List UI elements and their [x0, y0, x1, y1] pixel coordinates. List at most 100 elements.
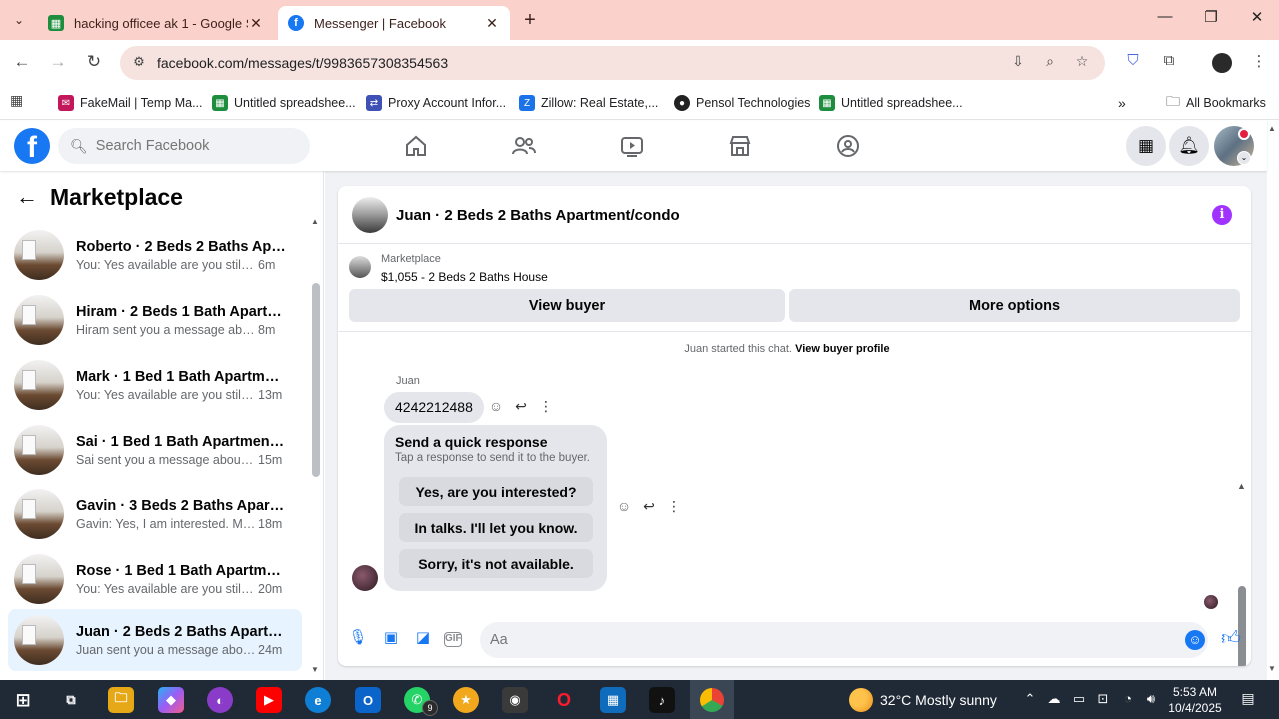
menu-dots-icon[interactable]: ⋮: [1248, 52, 1270, 74]
more-dots-icon[interactable]: ⋮: [537, 398, 555, 416]
file-explorer-icon[interactable]: 🗀: [108, 687, 134, 713]
system-clock[interactable]: 5:53 AM 10/4/2025: [1166, 684, 1224, 716]
weather-text[interactable]: 32°C Mostly sunny: [880, 692, 997, 708]
chat-avatar[interactable]: [352, 197, 388, 233]
close-tab-icon[interactable]: ✕: [248, 15, 264, 32]
react-emoji-icon[interactable]: ☺: [615, 498, 633, 516]
url-text[interactable]: facebook.com/messages/t/9983657308354563: [157, 55, 448, 71]
close-window-button[interactable]: ✕: [1242, 8, 1272, 26]
facebook-logo-icon[interactable]: f: [14, 128, 50, 164]
list-item-selected[interactable]: Juan · 2 Beds 2 Baths Apartmen... Juan s…: [8, 609, 302, 671]
react-emoji-icon[interactable]: ☺: [487, 398, 505, 416]
weather-sun-icon[interactable]: [849, 688, 873, 712]
list-item[interactable]: Sai · 1 Bed 1 Bath Apartment/co... Sai s…: [8, 419, 302, 481]
profile-avatar[interactable]: [1212, 53, 1232, 73]
reload-icon[interactable]: ↻: [82, 52, 106, 74]
list-scroll-down-icon[interactable]: ▼: [311, 665, 319, 674]
edge-icon[interactable]: e: [305, 687, 331, 713]
notification-center-icon[interactable]: ▤: [1238, 690, 1258, 710]
info-icon[interactable]: i: [1212, 205, 1232, 225]
tab-google-sheets[interactable]: ▦ hacking officee ak 1 - Google Sh ✕: [38, 6, 274, 40]
site-info-icon[interactable]: ⚙: [130, 54, 148, 72]
chat-scroll-up-icon[interactable]: ▲: [1237, 481, 1246, 491]
bookmark-pensol[interactable]: ● Pensol Technologies: [674, 92, 810, 114]
gif-icon[interactable]: GIF: [444, 632, 462, 647]
quick-response-not-available-button[interactable]: Sorry, it's not available.: [399, 549, 593, 578]
message-bubble[interactable]: 4242212488: [384, 392, 484, 423]
reply-icon[interactable]: ↩: [512, 398, 530, 416]
more-options-button[interactable]: More options: [789, 289, 1240, 322]
address-bar[interactable]: ⚙ facebook.com/messages/t/99836573083545…: [120, 46, 1105, 80]
groups-icon[interactable]: [828, 131, 868, 161]
view-buyer-profile-link[interactable]: View buyer profile: [795, 343, 890, 355]
windows-start-icon[interactable]: ⊞: [10, 687, 36, 713]
video-icon[interactable]: [612, 131, 652, 161]
zoom-icon[interactable]: ⌕: [1040, 53, 1060, 73]
install-app-icon[interactable]: ⇩: [1008, 53, 1028, 73]
volume-icon[interactable]: 🔊︎: [1142, 691, 1160, 709]
app-icon[interactable]: ◉: [502, 687, 528, 713]
extensions-icon[interactable]: ⧉: [1158, 52, 1180, 74]
listing-title[interactable]: $1,055 - 2 Beds 2 Baths House: [381, 270, 548, 284]
outlook-icon[interactable]: O: [355, 687, 381, 713]
bookmark-proxy[interactable]: ⇄ Proxy Account Infor...: [366, 92, 506, 114]
medal-icon[interactable]: ★: [453, 687, 479, 713]
quick-response-in-talks-button[interactable]: In talks. I'll let you know.: [399, 513, 593, 542]
message-input[interactable]: [480, 622, 1208, 658]
photo-icon[interactable]: ▣: [380, 628, 402, 650]
page-scroll-down-icon[interactable]: ▼: [1268, 664, 1276, 673]
sender-avatar[interactable]: [352, 565, 378, 591]
more-bookmarks-chevron-icon[interactable]: »: [1118, 92, 1126, 114]
opera-gx-icon[interactable]: ◐: [207, 687, 233, 713]
chevron-down-icon[interactable]: ⌄: [1237, 151, 1251, 165]
tab-messenger[interactable]: f Messenger | Facebook ✕: [278, 6, 510, 40]
microphone-icon[interactable]: 🎙︎: [347, 628, 369, 650]
page-scroll-up-icon[interactable]: ▲: [1268, 124, 1276, 133]
home-icon[interactable]: [396, 131, 436, 161]
bookmark-spreadsheet-1[interactable]: ▦ Untitled spreadshee...: [212, 92, 356, 114]
network-device-icon[interactable]: ⊡: [1094, 691, 1112, 709]
search-box[interactable]: 🔍︎: [58, 128, 310, 164]
tab-search-chevron-icon[interactable]: ⌄: [6, 8, 32, 32]
back-arrow-icon[interactable]: ←: [16, 184, 44, 210]
onedrive-icon[interactable]: ☁: [1045, 691, 1063, 709]
chrome-taskbar-button[interactable]: [690, 680, 734, 719]
friends-icon[interactable]: [504, 131, 544, 161]
task-view-icon[interactable]: ⧉: [58, 687, 84, 713]
list-item[interactable]: Gavin · 3 Beds 2 Baths Apartme... Gavin:…: [8, 483, 302, 545]
close-tab-icon[interactable]: ✕: [484, 15, 500, 32]
back-icon[interactable]: ←: [10, 52, 34, 74]
tray-chevron-up-icon[interactable]: ⌃: [1021, 691, 1039, 709]
youtube-icon[interactable]: ▶: [256, 687, 282, 713]
thumbs-up-icon[interactable]: 👍︎: [1219, 627, 1243, 651]
bookmark-star-icon[interactable]: ☆: [1072, 53, 1092, 73]
list-item[interactable]: Mark · 1 Bed 1 Bath Apartment/... You: Y…: [8, 354, 302, 416]
all-bookmarks-button[interactable]: 🗀 All Bookmarks: [1166, 92, 1266, 114]
list-item[interactable]: Roberto · 2 Beds 2 Baths Apart... You: Y…: [8, 224, 302, 286]
minimize-button[interactable]: —: [1150, 8, 1180, 25]
store-icon[interactable]: ▦: [600, 687, 626, 713]
list-scroll-up-icon[interactable]: ▲: [311, 217, 319, 226]
chat-title[interactable]: Juan · 2 Beds 2 Baths Apartment/condo: [396, 207, 680, 224]
new-tab-button[interactable]: +: [518, 9, 542, 33]
apps-grid-icon[interactable]: ▦: [10, 92, 23, 109]
list-scrollbar[interactable]: [312, 283, 320, 477]
copilot-icon[interactable]: ◆: [158, 687, 184, 713]
notifications-bell-icon[interactable]: 🔔︎: [1169, 126, 1209, 166]
listing-thumbnail[interactable]: [349, 256, 371, 278]
menu-grid-icon[interactable]: ▦: [1126, 126, 1166, 166]
marketplace-icon[interactable]: [720, 131, 760, 161]
view-buyer-button[interactable]: View buyer: [349, 289, 785, 322]
battery-icon[interactable]: ▭: [1070, 691, 1088, 709]
forward-icon[interactable]: →: [46, 52, 70, 74]
shield-extension-icon[interactable]: ⛉: [1122, 52, 1144, 74]
opera-icon[interactable]: O: [551, 687, 577, 713]
reply-icon[interactable]: ↩: [640, 498, 658, 516]
emoji-icon[interactable]: ☺: [1185, 630, 1205, 650]
search-input[interactable]: [95, 138, 296, 154]
list-item[interactable]: Rose · 1 Bed 1 Bath Apartment/c... You: …: [8, 548, 302, 610]
bookmark-fakemail[interactable]: ✉ FakeMail | Temp Ma...: [58, 92, 203, 114]
tiktok-icon[interactable]: ♪: [649, 687, 675, 713]
sticker-icon[interactable]: ◪: [412, 628, 434, 650]
restore-button[interactable]: ❐: [1196, 8, 1226, 26]
